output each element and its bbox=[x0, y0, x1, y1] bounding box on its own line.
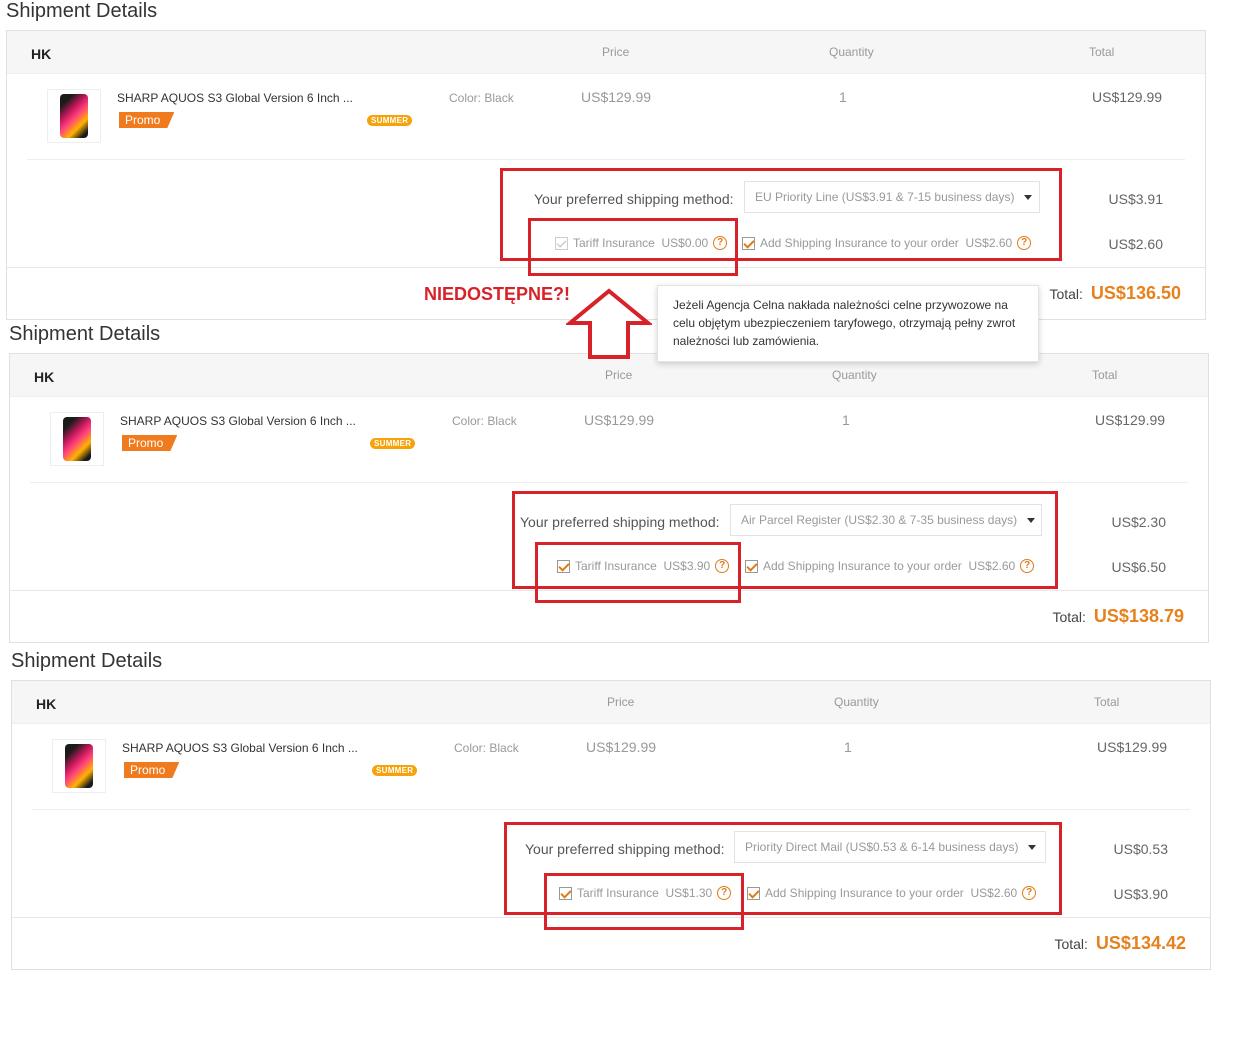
seller-name: HK bbox=[34, 369, 55, 385]
shipping-cost: US$0.53 bbox=[1113, 841, 1168, 857]
highlight-box-tariff-3 bbox=[544, 873, 744, 930]
grand-total: Total: US$136.50 bbox=[1049, 283, 1181, 304]
summer-badge: SUMMER bbox=[367, 115, 413, 126]
phone-image bbox=[63, 417, 91, 461]
panel-header: HK Price Quantity Total bbox=[7, 31, 1205, 74]
item-quantity: 1 bbox=[839, 89, 847, 105]
insurance-total: US$6.50 bbox=[1111, 559, 1166, 575]
grand-total-label: Total: bbox=[1054, 936, 1088, 952]
panel-header: HK Price Quantity Total bbox=[12, 681, 1210, 724]
column-total: Total bbox=[1089, 45, 1115, 59]
annotation-text: NIEDOSTĘPNE?! bbox=[424, 284, 571, 304]
highlight-box-tariff-1 bbox=[528, 218, 738, 276]
item-price: US$129.99 bbox=[581, 89, 652, 105]
highlight-box-tariff-2 bbox=[535, 542, 741, 603]
promo-badge: Promo bbox=[119, 112, 174, 128]
product-name-link[interactable]: SHARP AQUOS S3 Global Version 6 Inch ... bbox=[122, 741, 358, 755]
grand-total-value: US$138.79 bbox=[1093, 606, 1184, 626]
item-total: US$129.99 bbox=[1095, 412, 1166, 428]
product-name-link[interactable]: SHARP AQUOS S3 Global Version 6 Inch ... bbox=[117, 91, 353, 105]
grand-total: Total: US$134.42 bbox=[1054, 933, 1186, 954]
item-total: US$129.99 bbox=[1097, 739, 1168, 755]
item-quantity: 1 bbox=[842, 412, 850, 428]
section-title: Shipment Details bbox=[11, 650, 163, 672]
annotation-up-arrow-icon bbox=[566, 288, 652, 359]
grand-total-label: Total: bbox=[1049, 286, 1083, 302]
item-total: US$129.99 bbox=[1092, 89, 1163, 105]
section-title: Shipment Details bbox=[6, 0, 158, 22]
promo-badge: Promo bbox=[122, 435, 177, 451]
tariff-insurance-tooltip: Jeżeli Agencja Celna nakłada należności … bbox=[657, 285, 1039, 362]
product-thumbnail[interactable] bbox=[47, 89, 101, 143]
shipping-cost: US$3.91 bbox=[1108, 191, 1163, 207]
column-total: Total bbox=[1092, 368, 1118, 382]
insurance-total: US$3.90 bbox=[1113, 886, 1168, 902]
column-total: Total bbox=[1094, 695, 1120, 709]
divider bbox=[30, 482, 1188, 483]
product-thumbnail[interactable] bbox=[52, 739, 106, 793]
seller-name: HK bbox=[36, 696, 57, 712]
shipping-cost: US$2.30 bbox=[1111, 514, 1166, 530]
seller-name: HK bbox=[31, 46, 52, 62]
product-name-link[interactable]: SHARP AQUOS S3 Global Version 6 Inch ... bbox=[120, 414, 356, 428]
summer-badge: SUMMER bbox=[370, 438, 416, 449]
section-title: Shipment Details bbox=[9, 323, 161, 345]
item-price: US$129.99 bbox=[586, 739, 657, 755]
column-quantity: Quantity bbox=[829, 45, 874, 59]
product-color: Color: Black bbox=[452, 414, 517, 428]
grand-total-label: Total: bbox=[1052, 609, 1086, 625]
divider bbox=[32, 809, 1190, 810]
column-quantity: Quantity bbox=[832, 368, 877, 382]
phone-image bbox=[60, 94, 88, 138]
phone-image bbox=[65, 744, 93, 788]
divider bbox=[27, 159, 1185, 160]
column-quantity: Quantity bbox=[834, 695, 879, 709]
column-price: Price bbox=[602, 45, 630, 59]
summer-badge: SUMMER bbox=[372, 765, 418, 776]
product-color: Color: Black bbox=[454, 741, 519, 755]
column-price: Price bbox=[605, 368, 633, 382]
grand-total-value: US$134.42 bbox=[1095, 933, 1186, 953]
grand-total: Total: US$138.79 bbox=[1052, 606, 1184, 627]
product-color: Color: Black bbox=[449, 91, 514, 105]
insurance-total: US$2.60 bbox=[1108, 236, 1163, 252]
item-price: US$129.99 bbox=[584, 412, 655, 428]
item-quantity: 1 bbox=[844, 739, 852, 755]
column-price: Price bbox=[607, 695, 635, 709]
grand-total-value: US$136.50 bbox=[1090, 283, 1181, 303]
product-thumbnail[interactable] bbox=[50, 412, 104, 466]
promo-badge: Promo bbox=[124, 762, 179, 778]
